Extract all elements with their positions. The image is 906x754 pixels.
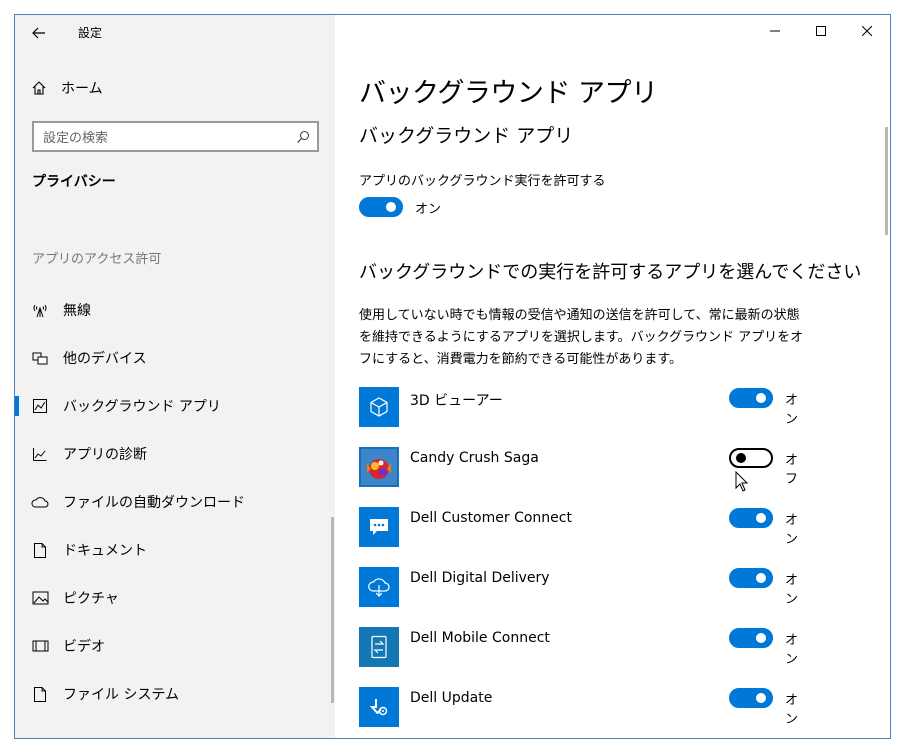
choose-apps-heading: バックグラウンドでの実行を許可するアプリを選んでください	[359, 262, 862, 283]
list-item: 3D ビューアー オン	[359, 387, 809, 427]
search-input[interactable]: 設定の検索	[32, 121, 319, 152]
sidebar-item-label: ファイルの自動ダウンロード	[63, 495, 245, 511]
cloud-icon	[31, 493, 49, 511]
page-title: バックグラウンド アプリ	[359, 78, 658, 109]
chat-icon	[359, 507, 399, 547]
close-icon	[862, 26, 872, 36]
sidebar-scrollbar[interactable]	[331, 517, 334, 703]
sidebar-item-videos[interactable]: ビデオ	[15, 623, 335, 669]
back-button[interactable]	[27, 21, 51, 45]
file-icon	[31, 685, 49, 703]
app-state: オン	[785, 693, 799, 727]
app-state: オン	[785, 633, 799, 667]
sidebar-item-background-apps[interactable]: バックグラウンド アプリ	[15, 383, 335, 429]
allow-background-state: オン	[415, 201, 442, 217]
list-item: Dell Digital Delivery オン	[359, 567, 809, 607]
sidebar-item-label: ファイル システム	[63, 687, 180, 703]
mouse-cursor-icon	[735, 470, 749, 497]
main-content: バックグラウンド アプリ バックグラウンド アプリ アプリのバックグラウンド実行…	[335, 15, 890, 738]
diagnostics-icon	[31, 445, 49, 463]
group-title: アプリのアクセス許可	[32, 252, 162, 267]
sidebar-item-label: 他のデバイス	[63, 351, 147, 367]
sidebar-item-pictures[interactable]: ピクチャ	[15, 575, 335, 621]
home-link[interactable]: ホーム	[31, 77, 103, 99]
app-toggle[interactable]	[729, 448, 773, 468]
app-name: 3D ビューアー	[410, 393, 503, 409]
sidebar-item-app-diagnostics[interactable]: アプリの診断	[15, 431, 335, 477]
home-label: ホーム	[61, 81, 103, 97]
sidebar-item-documents[interactable]: ドキュメント	[15, 527, 335, 573]
sidebar-item-label: ピクチャ	[63, 591, 119, 607]
document-icon	[31, 541, 49, 559]
maximize-button[interactable]	[798, 15, 844, 47]
devices-icon	[31, 349, 49, 367]
minimize-icon	[770, 30, 780, 32]
sidebar-item-wireless[interactable]: 無線	[15, 287, 335, 333]
maximize-icon	[816, 26, 826, 36]
app-name: Candy Crush Saga	[410, 450, 539, 466]
app-title: 設定	[78, 26, 103, 40]
app-toggle[interactable]	[729, 628, 773, 648]
app-toggle[interactable]	[729, 508, 773, 528]
list-item: Dell Customer Connect オン	[359, 507, 809, 547]
video-icon	[31, 637, 49, 655]
sidebar-item-label: バックグラウンド アプリ	[63, 399, 221, 415]
settings-window: 設定 ホーム 設定の検索 プライバシー アプリのアクセス許可 無線 他のデバイス	[14, 14, 891, 739]
app-toggle[interactable]	[729, 688, 773, 708]
mobile-connect-icon	[359, 627, 399, 667]
sidebar-item-label: ドキュメント	[63, 543, 147, 559]
app-name: Dell Update	[410, 690, 493, 706]
sidebar: 設定 ホーム 設定の検索 プライバシー アプリのアクセス許可 無線 他のデバイス	[15, 15, 335, 738]
allow-background-toggle[interactable]	[359, 197, 403, 217]
close-button[interactable]	[844, 15, 890, 47]
app-state: オン	[785, 513, 799, 547]
app-state: オン	[785, 573, 799, 607]
allow-background-setting: オン	[359, 197, 441, 217]
sidebar-item-other-devices[interactable]: 他のデバイス	[15, 335, 335, 381]
main-scrollbar[interactable]	[885, 127, 888, 235]
radio-tower-icon	[31, 301, 49, 319]
candy-icon	[359, 447, 399, 487]
cube-icon	[359, 387, 399, 427]
app-name: Dell Customer Connect	[410, 510, 572, 526]
description-text: 使用していない時でも情報の受信や通知の送信を許可して、常に最新の状態を維持できる…	[359, 308, 804, 367]
app-toggle[interactable]	[729, 568, 773, 588]
sidebar-item-file-system[interactable]: ファイル システム	[15, 671, 335, 717]
update-icon	[359, 687, 399, 727]
list-item: Dell Mobile Connect オン	[359, 627, 809, 667]
app-state: オン	[785, 393, 799, 427]
section-title: プライバシー	[32, 174, 116, 190]
list-item: Dell Update オン	[359, 687, 809, 727]
sidebar-item-label: ビデオ	[63, 639, 105, 655]
sidebar-item-label: 無線	[63, 303, 91, 319]
search-placeholder: 設定の検索	[43, 131, 109, 146]
app-state: オフ	[785, 453, 799, 487]
allow-background-label: アプリのバックグラウンド実行を許可する	[359, 174, 606, 189]
app-toggle[interactable]	[729, 388, 773, 408]
section-heading: バックグラウンド アプリ	[359, 125, 574, 147]
minimize-button[interactable]	[752, 15, 798, 47]
app-name: Dell Digital Delivery	[410, 570, 550, 586]
back-arrow-icon	[32, 27, 45, 39]
background-apps-icon	[31, 397, 49, 415]
app-name: Dell Mobile Connect	[410, 630, 550, 646]
home-icon	[32, 81, 46, 95]
picture-icon	[31, 589, 49, 607]
sidebar-item-label: アプリの診断	[63, 447, 147, 463]
search-icon	[289, 130, 317, 144]
cloud-download-icon	[359, 567, 399, 607]
sidebar-item-auto-download[interactable]: ファイルの自動ダウンロード	[15, 479, 335, 525]
